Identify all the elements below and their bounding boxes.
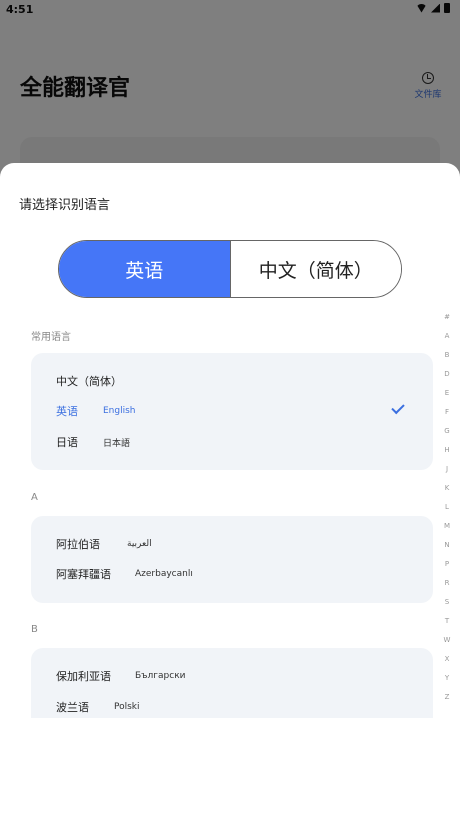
alphabet-index-letter[interactable]: L	[440, 498, 454, 517]
language-name: 阿拉伯语	[56, 538, 100, 551]
language-native-name: العربية	[127, 539, 152, 549]
alphabet-index-letter[interactable]: F	[440, 403, 454, 422]
sheet-title: 请选择识别语言	[19, 198, 111, 213]
alphabet-index-letter[interactable]: S	[440, 593, 454, 612]
language-name: 日语	[56, 436, 78, 449]
language-group-b: 保加利亚语 Български 波兰语 Polski	[31, 648, 433, 718]
section-header-a: A	[31, 492, 38, 503]
language-name: 英语	[56, 405, 78, 418]
language-select-sheet: 请选择识别语言 英语 中文（简体） 常用语言 中文（简体） 英语 English…	[0, 163, 460, 818]
language-item[interactable]: 波兰语 Polski	[56, 697, 406, 717]
alphabet-index-letter[interactable]: M	[440, 517, 454, 536]
alphabet-index-letter[interactable]: Z	[440, 688, 454, 707]
alphabet-index-letter[interactable]: P	[440, 555, 454, 574]
language-group-a: 阿拉伯语 العربية 阿塞拜疆语 Azerbaycanlı	[31, 516, 433, 603]
alphabet-index-letter[interactable]: G	[440, 422, 454, 441]
language-list[interactable]: 常用语言 中文（简体） 英语 English 日语 日本語 A 阿拉伯语 الع…	[0, 318, 440, 718]
alphabet-index-letter[interactable]: H	[440, 441, 454, 460]
language-native-name: 日本語	[103, 438, 131, 449]
language-item[interactable]: 日语 日本語	[56, 432, 406, 452]
source-target-toggle: 英语 中文（简体）	[58, 240, 402, 298]
alphabet-index-letter[interactable]: E	[440, 384, 454, 403]
check-icon	[391, 400, 405, 415]
language-name: 保加利亚语	[56, 670, 111, 683]
language-name: 阿塞拜疆语	[56, 568, 111, 581]
language-native-name: Български	[135, 671, 186, 681]
language-item[interactable]: 保加利亚语 Български	[56, 666, 406, 686]
toggle-chinese-simplified[interactable]: 中文（简体）	[229, 241, 401, 297]
language-name: 中文（简体）	[56, 375, 122, 388]
language-native-name: English	[103, 406, 136, 416]
alphabet-index-letter[interactable]: #	[440, 308, 454, 327]
language-native-name: Azerbaycanlı	[135, 569, 193, 579]
alphabet-index-letter[interactable]: B	[440, 346, 454, 365]
alphabet-index-letter[interactable]: T	[440, 612, 454, 631]
alphabet-index-letter[interactable]: Y	[440, 669, 454, 688]
alphabet-index-letter[interactable]: W	[440, 631, 454, 650]
alphabet-index-letter[interactable]: A	[440, 327, 454, 346]
language-native-name: Polski	[114, 702, 140, 712]
alphabet-index[interactable]: # A B D E F G H J K L M N P R S T W X Y Z	[440, 308, 454, 707]
section-header-common: 常用语言	[31, 332, 71, 343]
alphabet-index-letter[interactable]: X	[440, 650, 454, 669]
language-item[interactable]: 阿拉伯语 العربية	[56, 534, 406, 554]
alphabet-index-letter[interactable]: N	[440, 536, 454, 555]
toggle-english[interactable]: 英语	[59, 241, 230, 297]
language-item[interactable]: 英语 English	[56, 400, 406, 421]
alphabet-index-letter[interactable]: D	[440, 365, 454, 384]
alphabet-index-letter[interactable]: K	[440, 479, 454, 498]
language-group-common: 中文（简体） 英语 English 日语 日本語	[31, 353, 433, 470]
alphabet-index-letter[interactable]: R	[440, 574, 454, 593]
section-header-b: B	[31, 624, 38, 635]
language-item[interactable]: 阿塞拜疆语 Azerbaycanlı	[56, 564, 406, 584]
language-name: 波兰语	[56, 701, 89, 714]
alphabet-index-letter[interactable]: J	[440, 460, 454, 479]
language-item[interactable]: 中文（简体）	[56, 371, 406, 391]
